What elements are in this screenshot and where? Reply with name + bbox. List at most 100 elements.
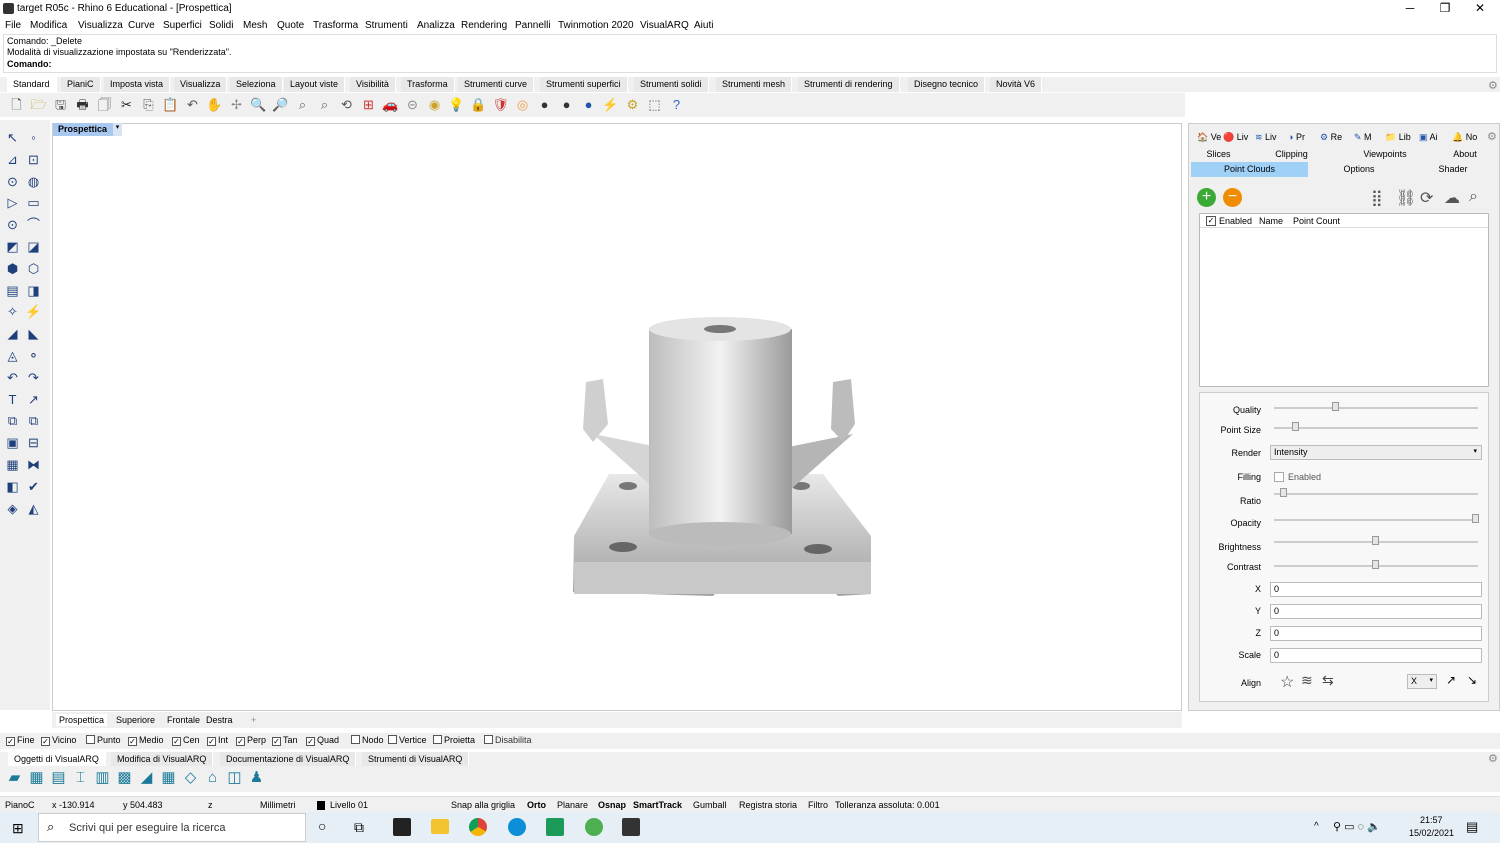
app-icon-notification[interactable] [585,818,603,836]
status-ortho[interactable]: Orto [527,800,546,810]
va-tab-1[interactable]: Oggetti di VisualARQ [8,752,106,767]
chrome-icon[interactable] [469,818,487,836]
file-explorer-icon[interactable] [431,819,449,834]
left-tool-18[interactable]: ⚡ [25,303,42,320]
toolbar-icon-15[interactable]: ⌕ [316,96,333,113]
clock-time[interactable]: 21:57 [1420,815,1443,825]
va-tool-7[interactable]: ◢ [138,769,155,786]
left-tool-32[interactable]: ⧓ [25,456,42,473]
left-tool-14[interactable]: ⬡ [25,260,42,277]
toolbar-icon-9[interactable]: ↶ [184,96,201,113]
osnap-fine[interactable]: ✓ Fine [6,735,35,746]
toolbar-icon-3[interactable]: 🖫 [52,96,69,113]
layers-icon[interactable]: ≋ [1301,672,1313,689]
left-tool-13[interactable]: ⬢ [4,260,21,277]
left-tool-16[interactable]: ◨ [25,282,42,299]
toolbar-icon-11[interactable]: ✢ [228,96,245,113]
menu-visualizza[interactable]: Visualizza [78,20,123,31]
toolbar-icon-31[interactable]: ? [668,96,685,113]
menu-pannelli[interactable]: Pannelli [515,20,551,31]
tab-strumenti-solidi[interactable]: Strumenti solidi [634,77,709,92]
left-tool-22[interactable]: ⚬ [25,347,42,364]
status-units[interactable]: Millimetri [260,800,296,810]
cortana-icon[interactable]: ○ [318,818,326,834]
checkbox-icon[interactable]: ✓ [172,737,181,746]
checkbox-icon[interactable]: ✓ [128,737,137,746]
left-tool-17[interactable]: ✧ [4,303,21,320]
sync-icon[interactable]: ⟳ [1420,188,1433,208]
viewport-tab-frontale[interactable]: Frontale [164,714,203,726]
va-tab-4[interactable]: Strumenti di VisualARQ [362,752,470,767]
va-tool-2[interactable]: ▦ [28,769,45,786]
edge-icon[interactable] [508,818,526,836]
toolbar-icon-13[interactable]: 🔎 [272,96,289,113]
grid-points-icon[interactable]: ⣿ [1371,188,1383,208]
va-tool-5[interactable]: ▥ [94,769,111,786]
tab-strumenti-di-rendering[interactable]: Strumenti di rendering [798,77,900,92]
contrast-slider-knob[interactable] [1372,560,1379,569]
osnap-int[interactable]: ✓ Int [207,735,228,746]
left-tool-23[interactable]: ↶ [4,369,21,386]
status-history[interactable]: Registra storia [739,800,797,810]
left-tool-2[interactable]: ◦ [25,129,42,146]
quality-slider-knob[interactable] [1332,402,1339,411]
toolbar-icon-25[interactable]: ● [536,96,553,113]
checkbox-icon[interactable] [86,735,95,744]
status-cplane[interactable]: PianoC [5,800,35,810]
tab-strumenti-mesh[interactable]: Strumenti mesh [716,77,793,92]
left-tool-26[interactable]: ↗ [25,391,42,408]
tab-visualizza[interactable]: Visualizza [174,77,228,92]
toolbar-icon-2[interactable]: 🗁 [30,96,47,113]
menu-strumenti[interactable]: Strumenti [365,20,408,31]
viewport-title-tab[interactable]: Prospettica [53,123,113,136]
panel-tab-7[interactable]: 📁 Lib [1385,132,1411,143]
menu-modifica[interactable]: Modifica [30,20,67,31]
osnap-tan[interactable]: ✓ Tan [272,735,298,746]
viewport-tab-superiore[interactable]: Superiore [113,714,158,726]
panel-tab-8[interactable]: ▣ Ai [1419,132,1438,143]
left-tool-4[interactable]: ⊡ [25,151,42,168]
terminal-app-icon[interactable] [393,818,411,836]
toolbar-icon-19[interactable]: ⊝ [404,96,421,113]
gear-icon[interactable]: ⚙ [1487,130,1497,143]
toolbar-icon-22[interactable]: 🔒 [470,96,487,113]
osnap-nodo[interactable]: Nodo [351,735,384,745]
brightness-slider-knob[interactable] [1372,536,1379,545]
left-tool-24[interactable]: ↷ [25,369,42,386]
menu-solidi[interactable]: Solidi [209,20,233,31]
toolbar-icon-23[interactable]: 🛡 [492,96,509,113]
cloud-icon[interactable]: ☁ [1444,188,1460,208]
va-tool-10[interactable]: ⌂ [204,769,221,786]
tab-novità-v6[interactable]: Novità V6 [990,77,1043,92]
panel-tab-4[interactable]: ◑ Pr [1288,132,1305,142]
toolbar-icon-14[interactable]: ⌕ [294,96,311,113]
minimize-button[interactable]: ─ [1395,0,1425,18]
search-icon[interactable]: ⌕ [1469,188,1478,206]
scale-field[interactable]: 0 [1270,648,1482,663]
menu-visualarq[interactable]: VisualARQ [640,20,689,31]
menu-analizza[interactable]: Analizza [417,20,455,31]
left-tool-35[interactable]: ◈ [4,500,21,517]
left-tool-34[interactable]: ✔ [25,478,42,495]
toolbar-icon-20[interactable]: ◉ [426,96,443,113]
left-tool-9[interactable]: ⊙ [4,216,21,233]
swap-icon[interactable]: ⇆ [1322,672,1334,689]
va-tool-3[interactable]: ▤ [50,769,67,786]
osnap-vicino[interactable]: ✓ Vicino [41,735,76,746]
windows-start-icon[interactable]: ⊞ [12,820,24,837]
left-tool-29[interactable]: ▣ [4,434,21,451]
rhino-taskbar-icon[interactable] [622,818,640,836]
quality-slider[interactable] [1274,407,1478,409]
toolbar-icon-4[interactable]: 🖶 [74,96,91,113]
toolbar-icon-16[interactable]: ⟲ [338,96,355,113]
tab-visibilità[interactable]: Visibilità [350,77,396,92]
toolbar-icon-8[interactable]: 📋 [162,96,179,113]
menu-twinmotion-2020[interactable]: Twinmotion 2020 [558,20,634,31]
left-tool-11[interactable]: ◩ [4,238,21,255]
left-tool-31[interactable]: ▦ [4,456,21,473]
status-layer[interactable]: Livello 01 [330,800,368,810]
osnap-proietta[interactable]: Proietta [433,735,475,745]
tab-strumenti-curve[interactable]: Strumenti curve [458,77,535,92]
opacity-slider[interactable] [1274,519,1478,521]
toolbar-icon-17[interactable]: ⊞ [360,96,377,113]
